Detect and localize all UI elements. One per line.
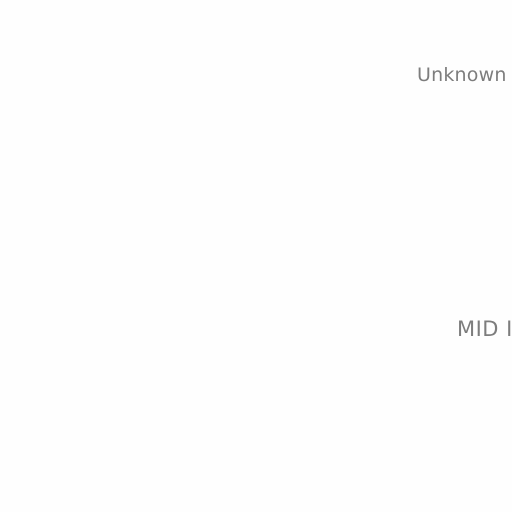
screen-canvas: Unknown MID I bbox=[0, 0, 512, 512]
mid-label: MID I bbox=[457, 317, 512, 341]
unknown-label: Unknown bbox=[417, 64, 507, 86]
